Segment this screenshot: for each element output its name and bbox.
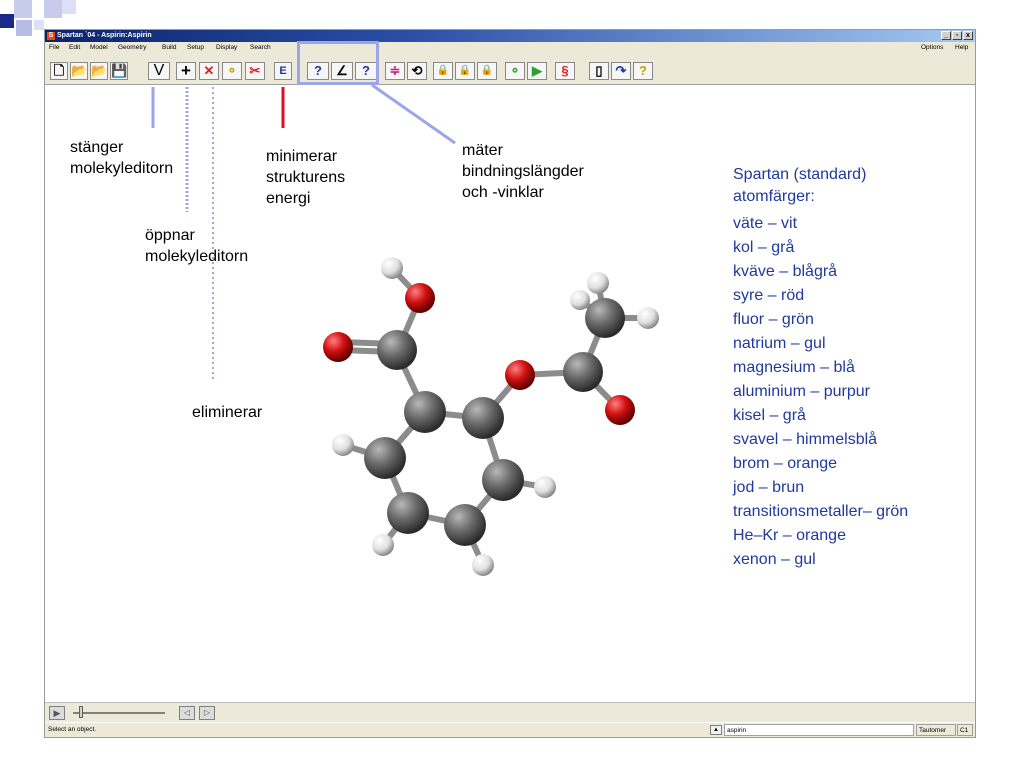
annotation-mater: mäter bindningslängder och -vinklar bbox=[462, 142, 584, 201]
legend-item: magnesium – blå bbox=[733, 359, 855, 376]
aspirin-molecule-model[interactable] bbox=[300, 240, 680, 590]
atom-color-legend: Spartan (standard) atomfärger: väte – vi… bbox=[733, 164, 963, 572]
legend-item: xenon – gul bbox=[733, 551, 816, 568]
annotation-stanger: stänger molekyleditorn bbox=[70, 139, 174, 177]
legend-item: väte – vit bbox=[733, 215, 798, 232]
mater-pointer-line bbox=[371, 83, 456, 145]
legend-item: natrium – gul bbox=[733, 335, 826, 352]
legend-item: transitionsmetaller– grön bbox=[733, 503, 909, 520]
slide: S Spartan `04 - Aspirin:Aspirin _ ▫ x Fi… bbox=[0, 0, 1024, 768]
legend-item: kisel – grå bbox=[733, 407, 806, 424]
legend-item: brom – orange bbox=[733, 455, 838, 472]
atoms bbox=[323, 257, 659, 576]
legend-item: fluor – grön bbox=[733, 311, 814, 328]
legend-item: kväve – blågrå bbox=[733, 263, 838, 280]
annotation-minimerar: minimerar strukturens energi bbox=[266, 148, 346, 207]
legend-item: aluminium – purpur bbox=[733, 383, 870, 400]
legend-item: He–Kr – orange bbox=[733, 527, 846, 544]
annotation-eliminerar: eliminerar bbox=[192, 404, 263, 421]
annotation-oppnar: öppnar molekyleditorn bbox=[145, 227, 249, 265]
legend-item: jod – brun bbox=[733, 479, 805, 496]
legend-item: syre – röd bbox=[733, 287, 805, 304]
legend-item: svavel – himmelsblå bbox=[733, 431, 878, 448]
legend-item: kol – grå bbox=[733, 239, 795, 256]
legend-title: Spartan (standard) atomfärger: bbox=[733, 166, 867, 205]
